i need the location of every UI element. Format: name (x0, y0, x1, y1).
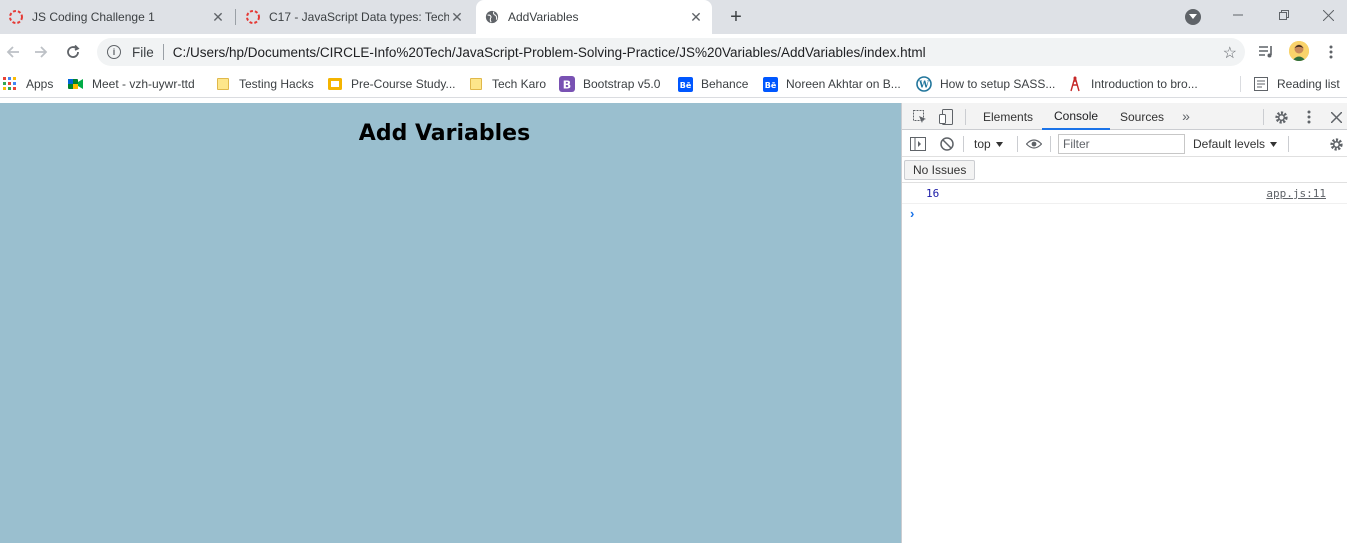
circle-logo-icon (245, 9, 261, 25)
circle-logo-icon (8, 9, 24, 25)
close-devtools-icon[interactable] (1328, 108, 1344, 126)
reading-list-button[interactable]: Reading list (1253, 75, 1340, 93)
behance-icon: Bē (677, 76, 693, 92)
bookmark-pre-course[interactable]: Pre-Course Study... (327, 75, 455, 93)
context-label: top (974, 137, 991, 151)
bookmark-meet[interactable]: Meet - vzh-uywr-ttd (68, 75, 195, 93)
svg-text:Bē: Bē (679, 81, 691, 90)
scheme-label: File (132, 44, 154, 60)
folder-icon (468, 76, 484, 92)
page-heading: Add Variables (358, 121, 531, 146)
globe-icon (484, 9, 500, 25)
bookmark-intro[interactable]: Introduction to bro... (1067, 75, 1198, 93)
console-toolbar: top Filter Default levels (902, 131, 1347, 157)
console-settings-gear-icon[interactable] (1327, 135, 1345, 153)
log-levels-dropdown[interactable]: Default levels (1193, 137, 1278, 151)
bookmark-behance[interactable]: Bē Behance (677, 75, 748, 93)
close-tab-icon[interactable]: ✕ (449, 9, 465, 25)
close-window-icon[interactable] (1305, 0, 1347, 30)
minimize-icon[interactable] (1215, 0, 1261, 30)
bookmark-label: Behance (701, 77, 749, 91)
browser-tab-1[interactable]: C17 - JavaScript Data types: Tech ✕ (237, 0, 473, 34)
devtools-tab-bar: Elements Console Sources » (902, 103, 1347, 130)
settings-gear-icon[interactable] (1272, 108, 1290, 126)
log-value: 16 (926, 187, 940, 200)
bootstrap-icon: B (559, 76, 575, 92)
chevron-down-icon (1270, 141, 1278, 147)
profile-avatar-icon[interactable] (1289, 41, 1309, 61)
bookmark-label: Bootstrap v5.0 (583, 77, 661, 91)
reload-icon[interactable] (60, 39, 86, 65)
bookmark-label: Noreen Akhtar on B... (786, 77, 901, 91)
devtools-menu-icon[interactable] (1302, 108, 1316, 126)
page-viewport: Add Variables (0, 103, 901, 543)
info-icon[interactable]: i (107, 45, 121, 59)
tab-title: C17 - JavaScript Data types: Tech (269, 10, 449, 24)
bookmark-bootstrap[interactable]: B Bootstrap v5.0 (559, 75, 660, 93)
bookmarks-bar: Apps Meet - vzh-uywr-ttd Testing Hacks P… (0, 70, 1347, 98)
back-icon[interactable] (0, 39, 26, 65)
media-control-icon[interactable] (1254, 40, 1278, 64)
tab-title: JS Coding Challenge 1 (32, 10, 155, 24)
new-tab-button[interactable]: + (724, 5, 748, 29)
console-log-row: 16 app.js:11 (902, 184, 1347, 204)
svg-text:Bē: Bē (764, 81, 776, 90)
apps-grid-icon (2, 76, 18, 92)
devtools-panel: Elements Console Sources » top Filter De… (901, 103, 1347, 543)
browser-toolbar: i File C:/Users/hp/Documents/CIRCLE-Info… (0, 34, 1347, 70)
more-tabs-icon[interactable]: » (1178, 107, 1194, 125)
menu-dots-icon[interactable] (1319, 40, 1343, 64)
url-text[interactable]: C:/Users/hp/Documents/CIRCLE-Info%20Tech… (173, 45, 926, 60)
folder-icon (215, 76, 231, 92)
bookmark-testing-hacks[interactable]: Testing Hacks (215, 75, 314, 93)
wordpress-icon: W (916, 76, 932, 92)
behance-icon: Bē (762, 76, 778, 92)
browser-tab-0[interactable]: JS Coding Challenge 1 ✕ (0, 0, 234, 34)
live-expression-eye-icon[interactable] (1024, 135, 1044, 153)
sidebar-toggle-icon[interactable] (909, 135, 927, 153)
close-tab-icon[interactable]: ✕ (688, 9, 704, 25)
device-toolbar-icon[interactable] (937, 108, 955, 126)
svg-text:B: B (563, 79, 571, 92)
bookmark-apps[interactable]: Apps (2, 75, 53, 93)
context-selector[interactable]: top (974, 137, 1003, 151)
clear-console-icon[interactable] (938, 135, 956, 153)
close-tab-icon[interactable]: ✕ (210, 9, 226, 25)
bookmark-tech-karo[interactable]: Tech Karo (468, 75, 546, 93)
tab-sources[interactable]: Sources (1114, 103, 1170, 130)
bookmark-star-icon[interactable]: ☆ (1223, 43, 1237, 63)
tab-search-icon[interactable] (1185, 9, 1201, 25)
no-issues-button[interactable]: No Issues (904, 160, 976, 180)
inspect-element-icon[interactable] (911, 108, 929, 126)
svg-text:W: W (918, 81, 930, 91)
forward-icon[interactable] (28, 39, 54, 65)
reading-list-label: Reading list (1277, 77, 1340, 91)
log-levels-label: Default levels (1193, 137, 1266, 151)
slides-icon (327, 76, 343, 92)
bookmark-label: How to setup SASS... (940, 77, 1056, 91)
address-bar[interactable]: i File C:/Users/hp/Documents/CIRCLE-Info… (97, 38, 1245, 66)
tab-elements[interactable]: Elements (977, 103, 1039, 130)
meet-icon (68, 76, 84, 92)
tab-console[interactable]: Console (1042, 103, 1111, 130)
tab-title: AddVariables (508, 10, 579, 24)
bookmark-label: Apps (26, 77, 54, 91)
log-source-link[interactable]: app.js:11 (1266, 187, 1326, 200)
reading-list-icon (1253, 76, 1269, 92)
issues-bar: No Issues (902, 157, 1347, 183)
bookmark-label: Pre-Course Study... (351, 77, 456, 91)
bookmark-label: Testing Hacks (239, 77, 314, 91)
tab-strip: JS Coding Challenge 1 ✕ C17 - JavaScript… (0, 0, 1347, 34)
chevron-down-icon (995, 141, 1003, 147)
console-prompt-chevron-icon[interactable]: › (910, 206, 914, 221)
bookmark-label: Introduction to bro... (1091, 77, 1198, 91)
bookmark-sass[interactable]: W How to setup SASS... (916, 75, 1055, 93)
browser-tab-2-active[interactable]: AddVariables ✕ (476, 0, 712, 34)
bookmark-label: Meet - vzh-uywr-ttd (92, 77, 195, 91)
bookmark-label: Tech Karo (492, 77, 547, 91)
restore-icon[interactable] (1261, 0, 1307, 30)
tower-icon (1067, 76, 1083, 92)
filter-input[interactable]: Filter (1058, 134, 1185, 154)
bookmark-noreen[interactable]: Bē Noreen Akhtar on B... (762, 75, 901, 93)
